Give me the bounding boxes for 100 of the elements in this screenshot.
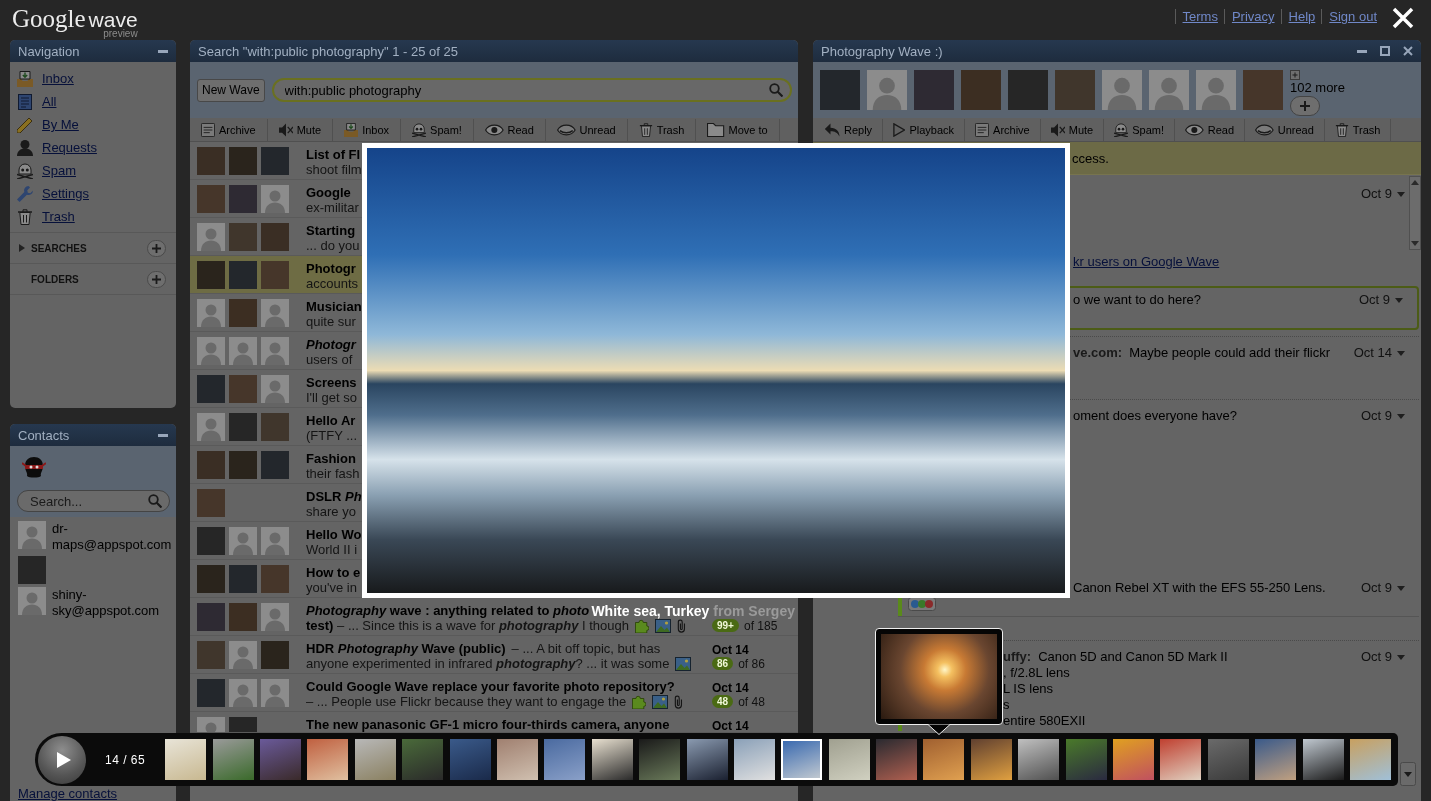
- thumbnail-photo[interactable]: [686, 739, 728, 780]
- thumbnail-photo[interactable]: [354, 739, 396, 780]
- wave-list-item[interactable]: HDR Photography Wave (public) – ... A bit off topic, but has anyone experimented in infrared photography? ... it was some Oct 14 86 of 86: [190, 636, 798, 674]
- thumbnail-photo[interactable]: [1065, 739, 1107, 780]
- toolbar-button[interactable]: Move to: [696, 118, 780, 141]
- thumbnail-photo[interactable]: [1255, 739, 1297, 780]
- add-button[interactable]: [147, 270, 166, 288]
- search-field[interactable]: with:public photography: [271, 78, 792, 102]
- thumbnail-photo[interactable]: [402, 739, 444, 780]
- toolbar-button[interactable]: Unread: [545, 118, 628, 141]
- toolbar-button[interactable]: Trash: [627, 118, 697, 141]
- nav-link[interactable]: Spam: [17, 159, 76, 182]
- thumbnail-photo[interactable]: [781, 739, 823, 780]
- nav-link[interactable]: By Me: [17, 113, 79, 136]
- toolbar-button[interactable]: Archive: [190, 118, 268, 141]
- nav-link[interactable]: Inbox: [17, 67, 74, 90]
- closed-eye-icon: [556, 122, 576, 137]
- header-link[interactable]: Sign out: [1321, 9, 1383, 24]
- thumbnail-photo[interactable]: [828, 739, 870, 780]
- thumbnail-photo[interactable]: [496, 739, 538, 780]
- minimize-icon[interactable]: [158, 433, 168, 437]
- header-link[interactable]: Terms: [1174, 9, 1224, 24]
- toolbar-button[interactable]: Trash: [1324, 118, 1392, 141]
- nav-link[interactable]: Requests: [17, 136, 97, 159]
- thumbnail-photo[interactable]: [260, 739, 301, 780]
- wave-title: Hello Wo: [306, 527, 362, 542]
- avatar-silhouette-icon: [261, 527, 289, 555]
- minimize-icon[interactable]: [158, 49, 168, 53]
- toolbar-button[interactable]: Mute: [267, 118, 334, 141]
- scrollbar[interactable]: [1409, 176, 1421, 250]
- scroll-down-icon[interactable]: [1411, 241, 1419, 246]
- puzzle-piece-icon: [632, 694, 647, 709]
- avatar-photo: [261, 451, 289, 479]
- add-button[interactable]: [147, 239, 166, 257]
- thumbnail-photo[interactable]: [307, 739, 349, 780]
- new-wave-button[interactable]: New Wave: [197, 78, 265, 102]
- thumbnail-photo[interactable]: [923, 739, 965, 780]
- manage-contacts-link[interactable]: Manage contacts: [18, 787, 117, 801]
- contact-name[interactable]: shiny-sky@appspot.com: [52, 587, 172, 619]
- message-link[interactable]: kr users on Google Wave: [1073, 254, 1220, 269]
- wave-title: Google: [306, 185, 351, 200]
- nav-link[interactable]: All: [17, 90, 57, 113]
- wave-title: List of Fl: [306, 147, 361, 162]
- thumbnail-photo[interactable]: [1113, 739, 1154, 780]
- caret-icon[interactable]: [1397, 350, 1405, 356]
- caret-icon[interactable]: [1397, 654, 1405, 660]
- thumbnail-photo[interactable]: [165, 739, 207, 780]
- expand-triangle-icon[interactable]: [19, 244, 25, 252]
- message-text: oment does everyone have?: [1073, 408, 1238, 424]
- wave-title: Fashion: [306, 451, 356, 466]
- thumbnail-photo[interactable]: [212, 739, 254, 780]
- nav-link[interactable]: Trash: [17, 205, 75, 228]
- caret-icon[interactable]: [1395, 297, 1403, 303]
- toolbar-button[interactable]: Mute: [1040, 118, 1105, 141]
- eye-icon: [484, 122, 504, 137]
- wave-snippet: World II i: [306, 542, 358, 557]
- nav-link[interactable]: Settings: [17, 182, 89, 205]
- toolbar-button[interactable]: Spam!: [1104, 118, 1175, 141]
- thumbnail-photo[interactable]: [970, 739, 1012, 780]
- toolbar-button[interactable]: Read: [1175, 118, 1245, 141]
- caret-icon[interactable]: [1397, 191, 1405, 197]
- thumbnail-photo[interactable]: [1160, 739, 1202, 780]
- avatar-photo: [229, 147, 257, 175]
- thumbnail-photo[interactable]: [876, 739, 918, 780]
- caret-icon[interactable]: [1397, 585, 1405, 591]
- header-link[interactable]: Privacy: [1223, 9, 1281, 24]
- thumbnail-photo[interactable]: [544, 739, 586, 780]
- thumbnail-photo[interactable]: [733, 739, 775, 780]
- contact-name[interactable]: dr-maps@appspot.com: [52, 521, 172, 553]
- thumbnail-photo[interactable]: [449, 739, 491, 780]
- thumbnail-photo[interactable]: [591, 739, 633, 780]
- thumbnail-photo[interactable]: [1349, 739, 1391, 780]
- thumbnail-photo[interactable]: [1207, 739, 1249, 780]
- wave-list-item[interactable]: Could Google Wave replace your favorite photo repository? – ... People use Flickr because they want to engage the Oct 14 48 of 48: [190, 674, 798, 712]
- maximize-icon[interactable]: [1380, 46, 1390, 56]
- toolbar-button[interactable]: Unread: [1245, 118, 1325, 141]
- caret-icon[interactable]: [1397, 413, 1405, 419]
- wave-snippet: anyone experimented in infrared photography? ... it was some: [306, 656, 670, 671]
- thumbnail-photo[interactable]: [1018, 739, 1060, 780]
- dropdown-icon[interactable]: [1400, 762, 1416, 786]
- toolbar-button[interactable]: Reply: [814, 118, 884, 141]
- toolbar-button[interactable]: Read: [473, 118, 546, 141]
- plus-box-icon[interactable]: [1290, 70, 1300, 80]
- search-icon: [148, 494, 162, 508]
- avatar-photo: [197, 603, 225, 631]
- toolbar-button[interactable]: Spam!: [401, 118, 474, 141]
- scroll-up-icon[interactable]: [1411, 180, 1419, 185]
- toolbar-button[interactable]: Inbox: [333, 118, 402, 141]
- toolbar-button[interactable]: Playback: [883, 118, 966, 141]
- header-link[interactable]: Help: [1280, 9, 1322, 24]
- minimize-icon[interactable]: [1357, 49, 1367, 53]
- toolbar-button[interactable]: Archive: [965, 118, 1041, 141]
- thumbnail-photo[interactable]: [639, 739, 681, 780]
- avatar-photo: [229, 299, 257, 327]
- message-date: Oct 9: [1360, 580, 1392, 596]
- add-participant-button[interactable]: [1290, 96, 1320, 116]
- search-field[interactable]: Search...: [17, 490, 170, 512]
- play-button[interactable]: [38, 735, 86, 784]
- thumbnail-photo[interactable]: [1302, 739, 1344, 780]
- plus-icon: [152, 243, 161, 253]
